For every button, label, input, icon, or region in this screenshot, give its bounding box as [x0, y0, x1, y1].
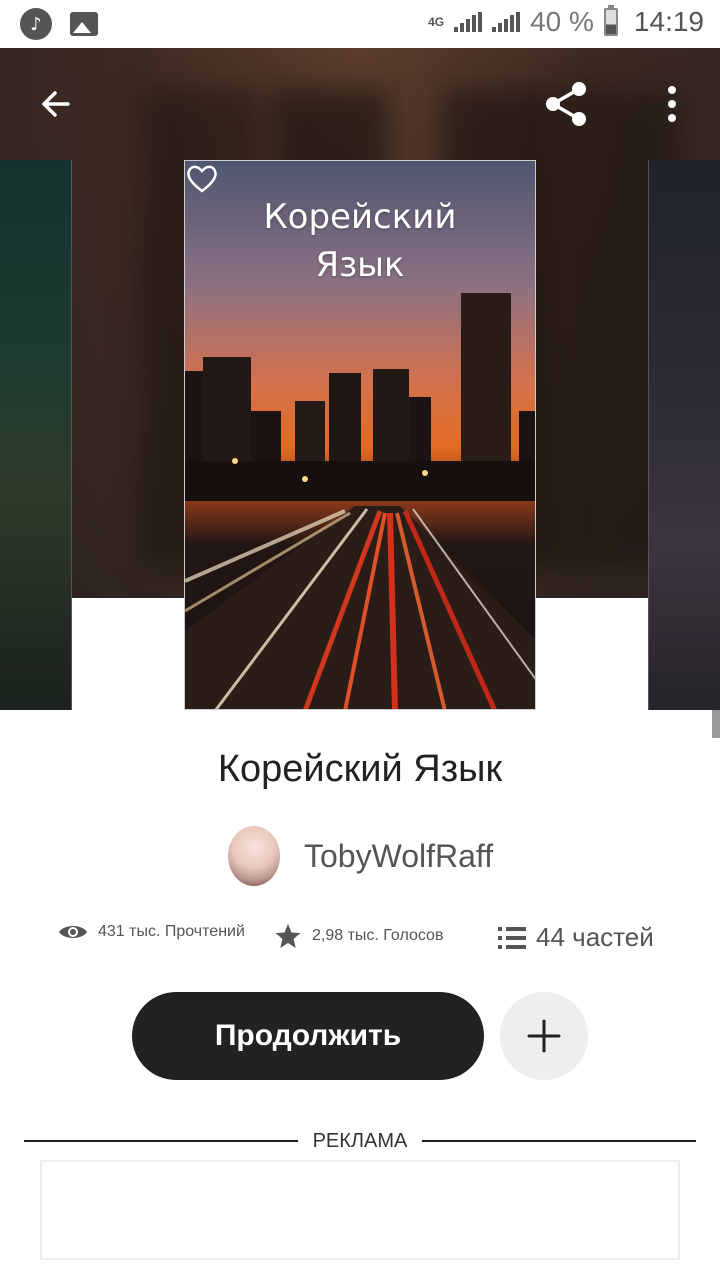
next-story-cover[interactable] [648, 160, 720, 710]
votes-count: 2,98 тыс. Голосов [312, 927, 444, 944]
battery-icon [603, 5, 618, 36]
more-vertical-icon [668, 86, 676, 122]
previous-story-cover[interactable] [0, 160, 72, 710]
divider-line [24, 1140, 298, 1142]
signal-icon-2 [492, 12, 521, 32]
back-button[interactable] [32, 80, 80, 128]
cover-title-line2: Язык [315, 245, 405, 285]
star-icon [275, 924, 301, 948]
book-title: Корейский Язык [217, 748, 503, 790]
continue-reading-button[interactable]: Продолжить [132, 992, 484, 1080]
tiktok-icon: ♪ [20, 8, 52, 40]
eye-icon [59, 926, 87, 938]
status-right: 4G 40 % 14:19 [428, 5, 704, 38]
status-time: 14:19 [633, 6, 704, 37]
author-name[interactable]: TobyWolfRaff [304, 838, 493, 875]
network-type: 4G [428, 15, 445, 29]
status-bar: ♪ 4G 40 % 14:19 [0, 0, 720, 48]
share-icon [546, 82, 586, 126]
author-link[interactable]: TobyWolfRaff [228, 826, 493, 886]
status-left-icons: ♪ [20, 8, 98, 40]
battery-percent: 40 % [530, 6, 594, 37]
votes-stat: 2,98 тыс. Голосов [274, 922, 443, 950]
back-arrow-icon [42, 91, 70, 117]
story-stats: 431 тыс. Прочтений 2,98 тыс. Голосов 44 … [58, 922, 678, 962]
cover-title: Корейский Язык [185, 193, 535, 289]
reads-count: 431 тыс. Прочтений [98, 923, 245, 940]
parts-stat[interactable]: 44 частей [498, 922, 654, 953]
add-to-library-button[interactable] [500, 992, 588, 1080]
more-options-button[interactable] [648, 80, 696, 128]
ad-label: РЕКЛАМА [312, 1130, 408, 1152]
share-button[interactable] [543, 80, 591, 128]
avatar[interactable] [228, 826, 280, 886]
cover-title-line1: Корейский [263, 197, 457, 237]
ad-divider: РЕКЛАМА [24, 1128, 696, 1154]
list-icon [498, 926, 526, 949]
story-cover[interactable]: Корейский Язык [184, 160, 536, 710]
gallery-icon [70, 12, 98, 36]
ad-container[interactable] [40, 1160, 680, 1260]
divider-line [422, 1140, 696, 1142]
plus-icon [527, 1019, 561, 1053]
parts-count[interactable]: 44 частей [536, 922, 654, 953]
heart-outline-icon [187, 165, 217, 193]
signal-icon [454, 12, 483, 32]
scrollbar[interactable] [712, 710, 720, 738]
reads-stat: 431 тыс. Прочтений [58, 922, 245, 942]
